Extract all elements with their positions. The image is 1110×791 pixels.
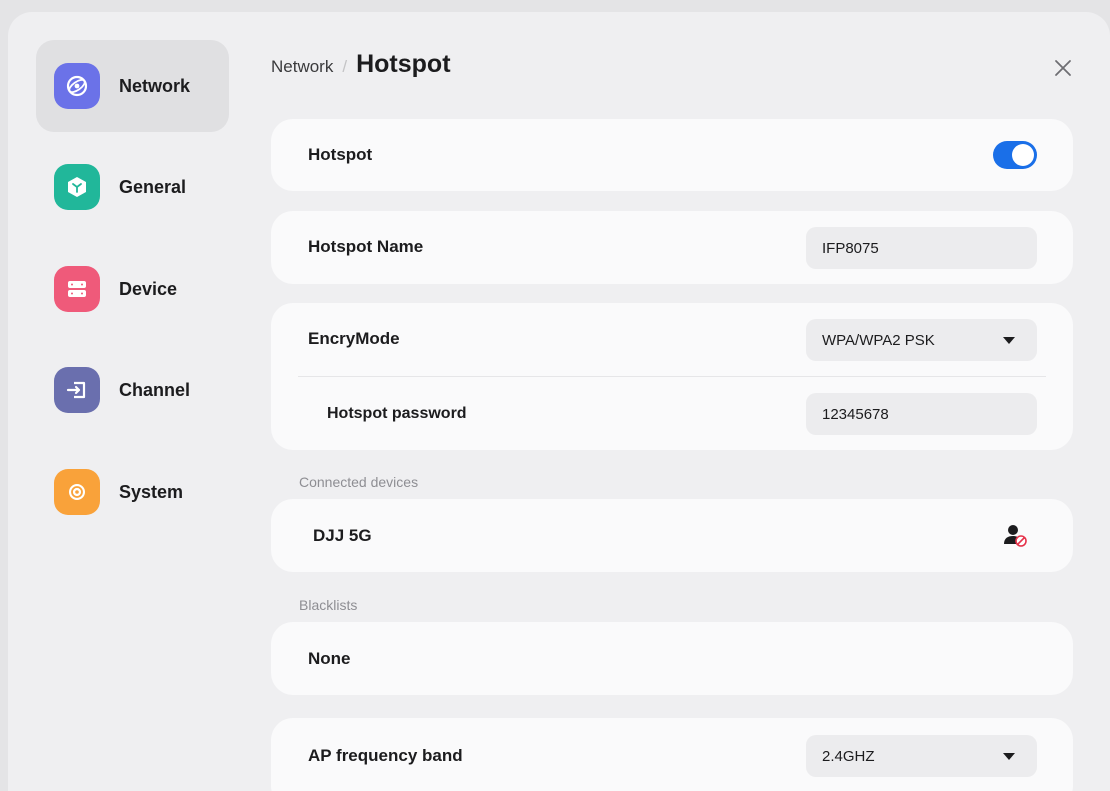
toggle-knob (1012, 144, 1034, 166)
hotspot-name-label: Hotspot Name (308, 237, 424, 256)
dropdown-arrow-icon (1003, 337, 1015, 344)
sidebar-item-label: Channel (119, 379, 191, 400)
ap-band-value: 2.4GHZ (822, 747, 875, 765)
connected-devices-heading: Connected devices (299, 474, 419, 490)
hotspot-password-label: Hotspot password (327, 405, 467, 422)
breadcrumb-separator: / (342, 57, 348, 76)
divider (298, 376, 1046, 377)
device-name: DJJ 5G (313, 526, 372, 545)
hotspot-toggle[interactable] (993, 141, 1037, 169)
encry-mode-label: EncryMode (308, 329, 400, 348)
encry-mode-select[interactable]: WPA/WPA2 PSK (806, 319, 1037, 361)
sidebar-item-general[interactable]: General (36, 141, 229, 233)
close-icon (1055, 60, 1071, 76)
encry-mode-value: WPA/WPA2 PSK (822, 331, 935, 349)
blacklists-value: None (308, 649, 351, 668)
device-icon (54, 266, 100, 312)
blacklists-card: None (271, 622, 1073, 695)
sidebar-item-system[interactable]: System (36, 446, 229, 538)
page-title: Hotspot (356, 50, 451, 78)
sidebar-item-label: General (119, 176, 187, 197)
gear-icon (54, 469, 100, 515)
close-button[interactable] (1052, 57, 1074, 79)
breadcrumb: Network / Hotspot (271, 50, 451, 79)
sidebar-item-channel[interactable]: Channel (36, 344, 229, 436)
hotspot-name-card: Hotspot Name IFP8075 (271, 211, 1073, 284)
sidebar: Network General Device Channel System (8, 12, 248, 791)
hotspot-password-input[interactable]: 12345678 (806, 393, 1037, 435)
connected-device-row: DJJ 5G (271, 499, 1073, 572)
blacklists-heading: Blacklists (299, 597, 358, 613)
cube-icon (54, 164, 100, 210)
sidebar-item-label: System (119, 481, 184, 502)
hotspot-password-value: 12345678 (822, 405, 889, 423)
hotspot-name-value: IFP8075 (822, 239, 879, 257)
dropdown-arrow-icon (1003, 753, 1015, 760)
ap-band-card: AP frequency band 2.4GHZ (271, 718, 1073, 791)
ap-band-select[interactable]: 2.4GHZ (806, 735, 1037, 777)
hotspot-card: Hotspot (271, 119, 1073, 191)
input-icon (54, 367, 100, 413)
ap-band-label: AP frequency band (308, 746, 463, 765)
hotspot-name-input[interactable]: IFP8075 (806, 227, 1037, 269)
breadcrumb-parent-link[interactable]: Network (271, 57, 333, 77)
hotspot-label: Hotspot (308, 145, 373, 164)
sidebar-item-label: Device (119, 278, 178, 299)
sidebar-item-device[interactable]: Device (36, 243, 229, 335)
globe-icon (54, 63, 100, 109)
sidebar-item-label: Network (119, 75, 191, 96)
settings-window: Network General Device Channel System Ne… (8, 12, 1110, 791)
sidebar-item-network[interactable]: Network (36, 40, 229, 132)
block-device-button[interactable] (1003, 523, 1029, 549)
block-user-icon (1004, 525, 1027, 547)
encryption-card: EncryMode WPA/WPA2 PSK Hotspot password … (271, 303, 1073, 450)
